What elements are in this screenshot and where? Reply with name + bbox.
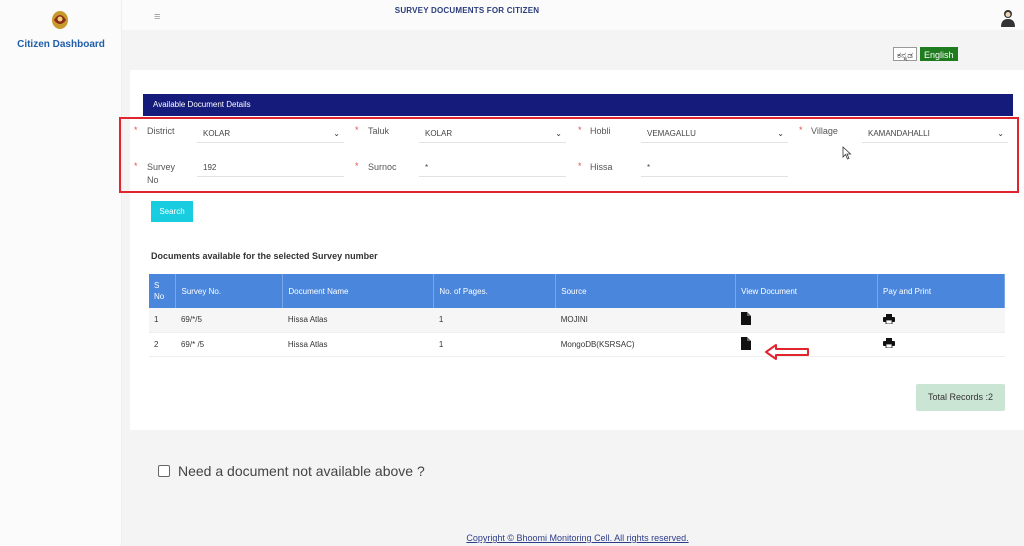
required-marker: * <box>355 125 359 135</box>
printer-icon[interactable] <box>882 338 895 348</box>
chevron-down-icon: ⌄ <box>333 129 340 138</box>
required-marker: * <box>134 125 138 135</box>
cell-pay-and-print <box>877 308 1005 333</box>
chevron-down-icon: ⌄ <box>997 129 1004 138</box>
district-select[interactable]: KOLAR ⌄ <box>197 124 344 143</box>
column-header-pay-and-print: Pay and Print <box>877 274 1005 308</box>
documents-heading: Documents available for the selected Sur… <box>151 251 378 261</box>
documents-table: S No Survey No. Document Name No. of Pag… <box>149 274 1005 357</box>
arrow-left-icon <box>765 344 809 360</box>
column-header-survey-no: Survey No. <box>175 274 284 308</box>
copyright-link[interactable]: Copyright © Bhoomi Monitoring Cell. All … <box>0 533 1024 543</box>
page-title: SURVEY DOCUMENTS FOR CITIZEN <box>394 6 540 15</box>
request-document-checkbox[interactable] <box>158 465 170 477</box>
village-select[interactable]: KAMANDAHALLI ⌄ <box>862 124 1008 143</box>
column-header-sno: S No <box>149 274 177 308</box>
sidebar: Citizen Dashboard <box>0 0 122 546</box>
printer-icon[interactable] <box>882 313 895 324</box>
survey-no-input[interactable]: 192 <box>197 158 344 177</box>
survey-no-label-line1: Survey <box>147 162 176 172</box>
cell-document-name: Hissa Atlas <box>282 308 434 333</box>
document-icon[interactable] <box>740 336 751 350</box>
cell-sno: 1 <box>149 308 176 333</box>
taluk-select[interactable]: KOLAR ⌄ <box>419 124 566 143</box>
required-marker: * <box>578 161 582 171</box>
required-marker: * <box>355 161 359 171</box>
cell-pages: 1 <box>433 308 556 333</box>
column-header-document-name: Document Name <box>282 274 435 308</box>
cell-survey-no: 69/*/5 <box>175 308 283 333</box>
panel-header: Available Document Details <box>143 94 1013 116</box>
language-kannada-button[interactable]: ಕನ್ನಡ <box>893 47 918 61</box>
table-header-row: S No Survey No. Document Name No. of Pag… <box>149 274 1005 308</box>
mouse-cursor-icon <box>842 146 852 160</box>
hobli-select[interactable]: VEMAGALLU ⌄ <box>641 124 788 143</box>
village-value: KAMANDAHALLI <box>868 129 930 138</box>
village-label: Village <box>811 126 838 136</box>
district-value: KOLAR <box>203 129 231 138</box>
surnoc-label: Surnoc <box>368 162 397 172</box>
document-icon[interactable] <box>740 312 751 326</box>
request-document-label: Need a document not available above ? <box>178 463 425 479</box>
taluk-label: Taluk <box>368 126 390 136</box>
cell-document-name: Hissa Atlas <box>282 332 434 357</box>
column-header-source: Source <box>555 274 737 308</box>
cell-pay-and-print <box>877 332 1005 357</box>
search-button[interactable]: Search <box>151 201 193 222</box>
chevron-down-icon: ⌄ <box>555 129 562 138</box>
language-english-button[interactable]: English <box>920 47 958 61</box>
hobli-value: VEMAGALLU <box>647 129 696 138</box>
hissa-input[interactable]: * <box>641 158 788 177</box>
hobli-label: Hobli <box>590 126 611 136</box>
cell-view-document <box>735 308 878 333</box>
table-row: 2 69/* /5 Hissa Atlas 1 MongoDB(KSRSAC) <box>149 332 1005 357</box>
cell-sno: 2 <box>149 332 176 357</box>
survey-no-label-line2: No <box>147 175 159 185</box>
cell-pages: 1 <box>433 332 556 357</box>
user-icon[interactable] <box>999 8 1017 28</box>
required-marker: * <box>134 161 138 171</box>
total-records-badge: Total Records :2 <box>916 384 1005 411</box>
sidebar-title[interactable]: Citizen Dashboard <box>0 39 122 50</box>
request-document-option[interactable]: Need a document not available above ? <box>158 463 425 479</box>
column-header-view-document: View Document <box>735 274 879 308</box>
survey-no-label: Survey No <box>147 161 175 187</box>
chevron-down-icon: ⌄ <box>777 129 784 138</box>
taluk-value: KOLAR <box>425 129 453 138</box>
cell-source: MOJINI <box>555 308 736 333</box>
column-header-pages: No. of Pages. <box>433 274 557 308</box>
required-marker: * <box>799 125 803 135</box>
cell-source: MongoDB(KSRSAC) <box>555 332 736 357</box>
surnoc-input[interactable]: * <box>419 158 566 177</box>
district-label: District <box>147 126 175 136</box>
cell-survey-no: 69/* /5 <box>175 332 283 357</box>
hissa-label: Hissa <box>590 162 613 172</box>
table-row: 1 69/*/5 Hissa Atlas 1 MOJINI <box>149 308 1005 333</box>
required-marker: * <box>578 125 582 135</box>
